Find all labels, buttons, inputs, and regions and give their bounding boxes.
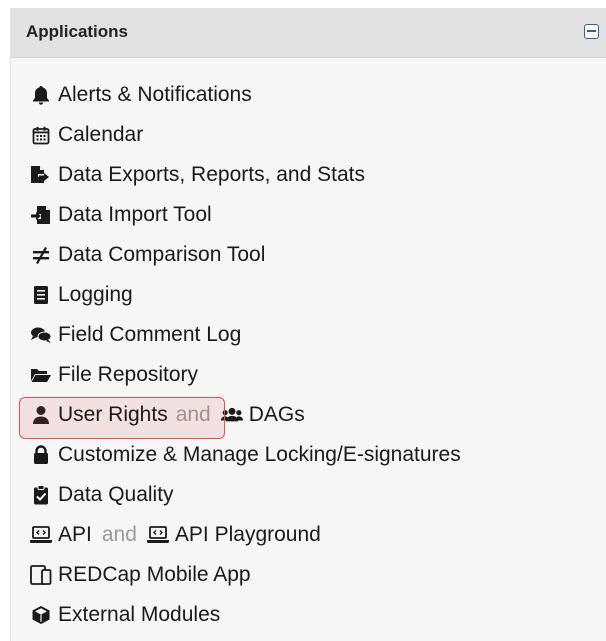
dags-link[interactable]: DAGs (249, 403, 305, 427)
menu-item-data-import[interactable]: Data Import Tool (11, 195, 606, 235)
menu-item-data-quality[interactable]: Data Quality (11, 475, 606, 515)
folder-open-icon (30, 364, 52, 386)
menu-item-api[interactable]: API and API Playground (11, 515, 606, 555)
menu-item-label[interactable]: Calendar (58, 123, 143, 147)
menu-item-label[interactable]: REDCap Mobile App (58, 563, 251, 587)
menu-item-calendar[interactable]: Calendar (11, 115, 606, 155)
calendar-icon (30, 124, 52, 146)
menu-item-label[interactable]: Data Import Tool (58, 203, 212, 227)
menu-item-label[interactable]: Field Comment Log (58, 323, 241, 347)
not-equal-icon (30, 244, 52, 266)
menu-item-label[interactable]: File Repository (58, 363, 198, 387)
menu-item-mobile-app[interactable]: REDCap Mobile App (11, 555, 606, 595)
and-separator: and (101, 523, 137, 546)
menu-item-label[interactable]: Data Quality (58, 483, 174, 507)
applications-panel: Applications Alerts & Notifications Cale… (10, 8, 606, 641)
applications-menu: Alerts & Notifications Calendar Data Exp… (11, 75, 606, 635)
menu-item-label[interactable]: Data Comparison Tool (58, 243, 265, 267)
api-playground-link[interactable]: API Playground (175, 523, 321, 547)
bell-icon (30, 84, 52, 106)
menu-item-alerts[interactable]: Alerts & Notifications (11, 75, 606, 115)
file-export-icon (30, 164, 52, 186)
menu-item-logging[interactable]: Logging (11, 275, 606, 315)
api-link[interactable]: API (58, 523, 92, 547)
tablet-icon (30, 564, 52, 586)
menu-item-label[interactable]: Data Exports, Reports, and Stats (58, 163, 365, 187)
menu-item-file-repository[interactable]: File Repository (11, 355, 606, 395)
laptop-code-icon (30, 524, 52, 546)
panel-title: Applications (26, 22, 129, 41)
menu-item-data-exports[interactable]: Data Exports, Reports, and Stats (11, 155, 606, 195)
menu-item-label[interactable]: Logging (58, 283, 133, 307)
menu-item-label[interactable]: Customize & Manage Locking/E-signatures (58, 443, 461, 467)
menu-item-locking[interactable]: Customize & Manage Locking/E-signatures (11, 435, 606, 475)
menu-item-user-rights[interactable]: User Rights and DAGs (11, 395, 606, 439)
menu-item-external-modules[interactable]: External Modules (11, 595, 606, 635)
user-rights-link[interactable]: User Rights (58, 403, 168, 427)
panel-header: Applications (11, 8, 606, 58)
menu-item-label[interactable]: Alerts & Notifications (58, 83, 252, 107)
menu-item-label[interactable]: External Modules (58, 603, 220, 627)
laptop-code-icon (146, 524, 169, 546)
collapse-icon[interactable] (584, 24, 599, 39)
cube-icon (30, 604, 52, 626)
comments-icon (30, 324, 52, 346)
list-document-icon (30, 284, 52, 306)
menu-item-field-comment-log[interactable]: Field Comment Log (11, 315, 606, 355)
clipboard-check-icon (30, 484, 52, 506)
lock-icon (30, 444, 52, 466)
file-import-icon (30, 204, 52, 226)
menu-item-data-comparison[interactable]: Data Comparison Tool (11, 235, 606, 275)
